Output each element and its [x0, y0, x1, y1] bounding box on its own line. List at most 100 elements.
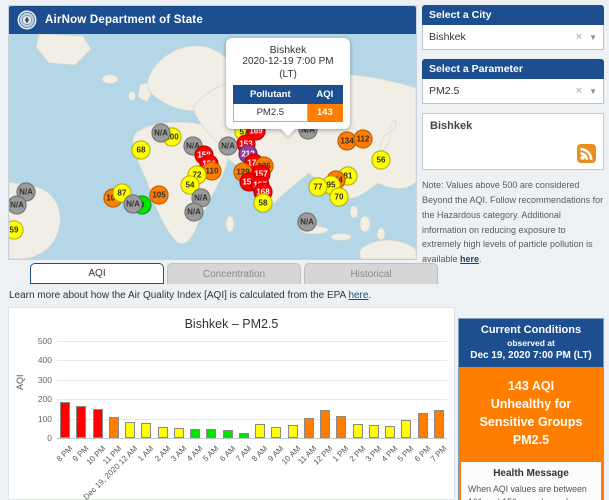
epa-here-link[interactable]: here	[348, 290, 368, 301]
chart-bar[interactable]	[434, 410, 444, 438]
parameter-chevron-down-icon[interactable]: ▼	[589, 87, 597, 96]
app-title: AirNow Department of State	[45, 14, 203, 26]
chart-bar[interactable]	[109, 417, 119, 438]
note-here-link[interactable]: here	[460, 254, 479, 264]
current-aqi-category: Unhealthy for Sensitive Groups	[467, 395, 595, 431]
city-select-value: Bishkek	[429, 31, 576, 43]
aqi-map-marker[interactable]: N/A	[185, 203, 204, 222]
chart-bar[interactable]	[190, 429, 200, 438]
aqi-map-marker[interactable]: N/A	[298, 213, 317, 232]
aqi-map-marker[interactable]: 77	[309, 178, 328, 197]
chart-bar[interactable]	[418, 413, 428, 438]
chart-x-tick-label: 8 PM	[55, 444, 75, 464]
tab-concentration[interactable]: Concentration	[167, 263, 301, 284]
chart-y-tick-label: 300	[38, 375, 52, 385]
aqi-map-marker[interactable]: N/A	[219, 137, 238, 156]
current-aqi-block: 143 AQI Unhealthy for Sensitive Groups P…	[461, 367, 601, 462]
city-chevron-down-icon[interactable]: ▼	[589, 33, 597, 42]
chart-x-tick-label: 2 PM	[347, 444, 367, 464]
sidebar: Select a City Bishkek × ▼ Select a Param…	[422, 5, 604, 267]
tab-historical[interactable]: Historical	[304, 263, 438, 284]
chart-x-tick-label: 1 AM	[136, 444, 155, 463]
chart-bar[interactable]	[271, 427, 281, 438]
world-map[interactable]: N/AN/A59100N/A68103870N/A105N/A158156110…	[9, 34, 416, 259]
chart-bar[interactable]	[60, 402, 70, 438]
chart-bar[interactable]	[288, 425, 298, 438]
chart-x-tick-label: 3 PM	[364, 444, 384, 464]
feed-box: Bishkek	[422, 113, 604, 170]
parameter-select-value: PM2.5	[429, 85, 576, 97]
department-of-state-seal-icon	[17, 10, 37, 30]
chart-bar[interactable]	[353, 424, 363, 438]
chart-gridline	[57, 360, 447, 361]
chart-y-tick-label: 0	[47, 433, 52, 443]
chart-bar[interactable]	[158, 427, 168, 438]
chart-bar[interactable]	[206, 429, 216, 438]
map-geography	[9, 34, 416, 259]
parameter-clear-icon[interactable]: ×	[576, 85, 582, 97]
chart-bar[interactable]	[141, 423, 151, 438]
chart-bar[interactable]	[174, 428, 184, 438]
aqi-map-marker[interactable]: N/A	[152, 124, 171, 143]
popup-city: Bishkek	[233, 44, 343, 56]
map-header: AirNow Department of State	[9, 6, 416, 34]
chart-x-tick-label: 6 PM	[412, 444, 432, 464]
chart-x-tick-label: 2 AM	[153, 444, 172, 463]
chart-gridline	[57, 341, 447, 342]
current-conditions-body: 143 AQI Unhealthy for Sensitive Groups P…	[459, 367, 603, 500]
tab-aqi[interactable]: AQI	[30, 263, 164, 284]
observed-datetime: Dec 19, 2020 7:00 PM (LT)	[463, 350, 599, 361]
learn-more-text: Learn more about how the Air Quality Ind…	[9, 290, 371, 301]
chart-bar[interactable]	[76, 406, 86, 438]
chart-bar[interactable]	[369, 425, 379, 438]
map-panel: AirNow Department of State	[8, 5, 417, 260]
popup-aqi-header: AQI	[307, 86, 342, 104]
popup-pollutant-value: PM2.5	[234, 104, 308, 122]
chart-x-tick-label: 4 AM	[185, 444, 204, 463]
aqi-map-marker[interactable]: 105	[150, 186, 169, 205]
popup-pollutant-header: Pollutant	[234, 86, 308, 104]
parameter-select[interactable]: PM2.5 × ▼	[422, 79, 604, 104]
chart-bar[interactable]	[304, 418, 314, 438]
chart-x-tick-label: 5 PM	[396, 444, 416, 464]
aqi-chart-panel: Bishkek – PM2.5 AQI 01002003004005008 PM…	[8, 307, 455, 500]
health-message-text: When AQI values are between 101 and 150,…	[468, 483, 594, 500]
current-conditions-panel: Current Conditions observed at Dec 19, 2…	[458, 318, 604, 500]
aqi-map-marker[interactable]: 68	[132, 141, 151, 160]
city-select[interactable]: Bishkek × ▼	[422, 25, 604, 50]
tab-bar: AQI Concentration Historical	[30, 263, 438, 284]
chart-bar[interactable]	[125, 422, 135, 438]
current-conditions-title: Current Conditions	[463, 324, 599, 336]
rss-feed-icon[interactable]	[577, 144, 596, 163]
chart-x-tick-label: 7 PM	[429, 444, 449, 464]
aqi-map-marker[interactable]: 70	[330, 188, 349, 207]
observed-at-label: observed at	[463, 338, 599, 348]
aqi-map-marker[interactable]: 58	[254, 194, 273, 213]
chart-bar[interactable]	[93, 409, 103, 438]
current-pollutant: PM2.5	[467, 431, 595, 449]
chart-bar[interactable]	[239, 433, 249, 438]
aqi-map-marker[interactable]: N/A	[124, 195, 143, 214]
chart-bar[interactable]	[401, 420, 411, 438]
chart-x-axis-line	[57, 438, 447, 439]
chart-bar[interactable]	[336, 416, 346, 438]
chart-y-axis-label: AQI	[15, 374, 25, 390]
chart-bar[interactable]	[255, 424, 265, 438]
chart-y-tick-label: 400	[38, 355, 52, 365]
chart-x-tick-label: 4 PM	[380, 444, 400, 464]
popup-datetime: 2020-12-19 7:00 PM (LT)	[233, 56, 343, 81]
chart-gridline	[57, 380, 447, 381]
current-conditions-header: Current Conditions observed at Dec 19, 2…	[459, 319, 603, 367]
chart-x-tick-label: 1 PM	[331, 444, 351, 464]
aqi-map-marker[interactable]: 56	[372, 151, 391, 170]
chart-bar[interactable]	[320, 410, 330, 438]
feed-city-title: Bishkek	[430, 120, 596, 132]
chart-bar[interactable]	[223, 430, 233, 438]
chart-y-tick-label: 100	[38, 414, 52, 424]
health-message-title: Health Message	[468, 468, 594, 479]
chart-bar[interactable]	[385, 426, 395, 438]
popup-table: Pollutant AQI PM2.5 143	[233, 85, 343, 122]
city-clear-icon[interactable]: ×	[576, 31, 582, 43]
aqi-map-marker[interactable]: 112	[354, 130, 373, 149]
chart-x-tick-label: 8 AM	[250, 444, 269, 463]
